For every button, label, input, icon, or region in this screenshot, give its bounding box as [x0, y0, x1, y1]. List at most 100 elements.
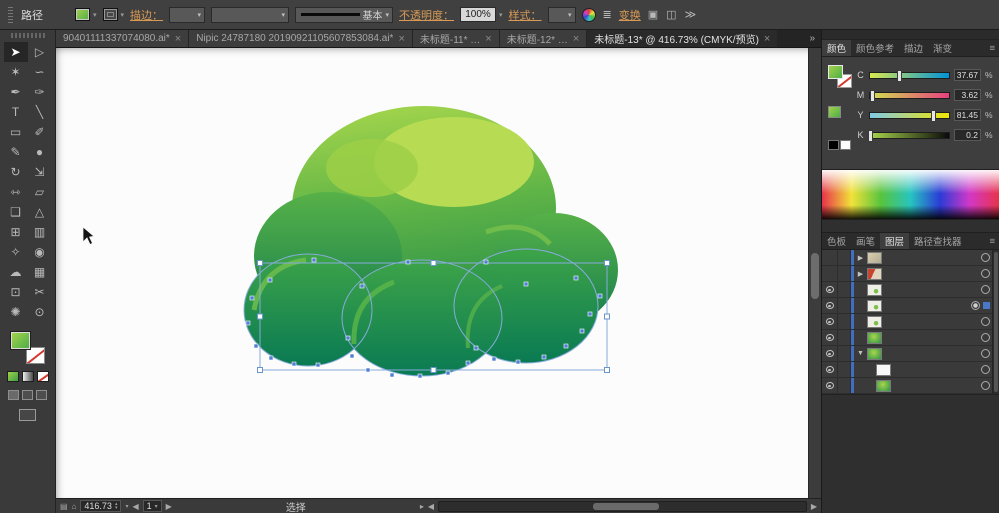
brush-definition-dropdown[interactable]: 基本 ▾ — [295, 7, 393, 23]
rectangle-tool[interactable]: ▭ — [4, 122, 28, 142]
width-tool[interactable]: ⇿ — [4, 182, 28, 202]
pen-tool[interactable]: ✒ — [4, 82, 28, 102]
status-expand-icon[interactable]: ▸ — [420, 502, 424, 511]
line-segment-tool[interactable]: ╲ — [28, 102, 52, 122]
lock-cell[interactable] — [838, 362, 851, 377]
document-tab[interactable]: 未标题-13* @ 416.73% (CMYK/预览)× — [587, 30, 778, 47]
blend-tool[interactable]: ◉ — [28, 242, 52, 262]
previous-artboard-icon[interactable]: ◀ — [132, 502, 138, 511]
artwork-bush[interactable] — [56, 48, 808, 498]
color-mode-button[interactable] — [7, 371, 19, 382]
lock-cell[interactable] — [838, 250, 851, 265]
target-circle[interactable] — [981, 333, 990, 342]
status-grid-icon[interactable]: ▤ — [60, 502, 68, 511]
artboard-dropdown-icon[interactable]: ▾ — [155, 503, 158, 510]
status-home-icon[interactable]: ⌂ — [72, 502, 77, 511]
style-dropdown[interactable]: ▾ — [548, 7, 576, 23]
slider-knob[interactable] — [897, 70, 902, 82]
zoom-tool[interactable]: ⊙ — [28, 302, 52, 322]
layer-row[interactable] — [822, 282, 999, 298]
horizontal-scrollbar-thumb[interactable] — [593, 503, 659, 510]
layer-thumbnail[interactable] — [867, 268, 882, 280]
curvature-tool[interactable]: ✑ — [28, 82, 52, 102]
last-color-swatch[interactable] — [828, 106, 841, 118]
perspective-grid-tool[interactable]: △ — [28, 202, 52, 222]
slider-knob[interactable] — [868, 130, 873, 142]
gradient-mode-button[interactable] — [22, 371, 34, 382]
channel-slider[interactable] — [869, 72, 950, 79]
color-tab-3[interactable]: 渐变 — [928, 40, 957, 56]
slider-knob[interactable] — [931, 110, 936, 122]
shaper-tool[interactable]: ● — [28, 142, 52, 162]
document-tab[interactable]: 90401111337074080.ai*× — [56, 30, 189, 47]
fill-proxy-swatch[interactable] — [828, 65, 843, 79]
visibility-toggle[interactable] — [822, 266, 838, 281]
layer-thumbnail[interactable] — [867, 300, 882, 312]
document-tab[interactable]: Nipic 24787180 20190921105607853084.ai*× — [189, 30, 413, 47]
selection-tool[interactable]: ➤ — [4, 42, 28, 62]
color-tab-1[interactable]: 颜色参考 — [851, 40, 899, 56]
target-circle[interactable] — [981, 285, 990, 294]
target-circle[interactable] — [981, 365, 990, 374]
layers-scrollbar[interactable] — [992, 250, 999, 394]
close-icon[interactable]: × — [175, 33, 181, 45]
visibility-toggle[interactable] — [822, 282, 838, 297]
color-spectrum[interactable] — [822, 169, 999, 219]
lock-cell[interactable] — [838, 314, 851, 329]
expand-arrow[interactable]: ▶ — [854, 254, 867, 262]
tab-overflow-icon[interactable]: » — [803, 30, 821, 47]
visibility-toggle[interactable] — [822, 250, 838, 265]
magic-wand-tool[interactable]: ✶ — [4, 62, 28, 82]
lock-cell[interactable] — [838, 378, 851, 393]
opacity-link[interactable]: 不透明度： — [399, 7, 454, 23]
scroll-left-icon[interactable]: ◀ — [428, 502, 434, 511]
eyedropper-tool[interactable]: ✧ — [4, 242, 28, 262]
gradient-tool[interactable]: ▥ — [28, 222, 52, 242]
target-circle[interactable] — [981, 269, 990, 278]
shape-mode-icon[interactable]: ▣ — [647, 8, 659, 21]
layer-row[interactable] — [822, 314, 999, 330]
close-icon[interactable]: × — [398, 33, 404, 45]
more-options-icon[interactable]: ≫ — [684, 8, 698, 21]
isolate-icon[interactable]: ◫ — [665, 8, 677, 21]
expand-arrow[interactable]: ▼ — [854, 350, 867, 357]
layer-row[interactable] — [822, 378, 999, 394]
transform-link[interactable]: 变换 — [619, 7, 641, 23]
panel-menu-icon[interactable]: ≡ — [985, 40, 999, 56]
chevron-down-icon[interactable]: ▾ — [121, 11, 125, 19]
channel-slider[interactable] — [869, 132, 950, 139]
target-circle[interactable] — [981, 253, 990, 262]
close-icon[interactable]: × — [485, 33, 491, 45]
paintbrush-tool[interactable]: ✐ — [28, 122, 52, 142]
type-tool[interactable]: T — [4, 102, 28, 122]
direct-selection-tool[interactable]: ▷ — [28, 42, 52, 62]
layer-row[interactable] — [822, 362, 999, 378]
horizontal-scrollbar[interactable] — [438, 501, 807, 512]
white-swatch[interactable] — [840, 140, 851, 150]
layer-row[interactable] — [822, 330, 999, 346]
target-circle[interactable] — [971, 301, 980, 310]
none-mode-button[interactable] — [37, 371, 49, 382]
artboard-tool[interactable]: ⊡ — [4, 282, 28, 302]
lock-cell[interactable] — [838, 330, 851, 345]
slice-tool[interactable]: ✂ — [28, 282, 52, 302]
layer-row[interactable]: ▶ — [822, 250, 999, 266]
rotate-tool[interactable]: ↻ — [4, 162, 28, 182]
scale-tool[interactable]: ⇲ — [28, 162, 52, 182]
layer-thumbnail[interactable] — [867, 316, 882, 328]
stroke-panel-link[interactable]: 描边： — [130, 7, 163, 23]
zoom-spinner-icon[interactable]: ▴▾ — [115, 502, 118, 510]
hand-tool[interactable]: ✺ — [4, 302, 28, 322]
document-tab[interactable]: 未标题-12* …× — [500, 30, 588, 47]
lock-cell[interactable] — [838, 346, 851, 361]
fill-color-swatch[interactable] — [75, 8, 90, 21]
chevron-down-icon[interactable]: ▾ — [93, 11, 97, 19]
color-tab-0[interactable]: 颜色 — [822, 40, 851, 56]
symbol-sprayer-tool[interactable]: ☁ — [4, 262, 28, 282]
visibility-toggle[interactable] — [822, 378, 838, 393]
lasso-tool[interactable]: ∽ — [28, 62, 52, 82]
color-tab-2[interactable]: 描边 — [899, 40, 928, 56]
layer-thumbnail[interactable] — [867, 348, 882, 360]
target-circle[interactable] — [981, 349, 990, 358]
lock-cell[interactable] — [838, 298, 851, 313]
